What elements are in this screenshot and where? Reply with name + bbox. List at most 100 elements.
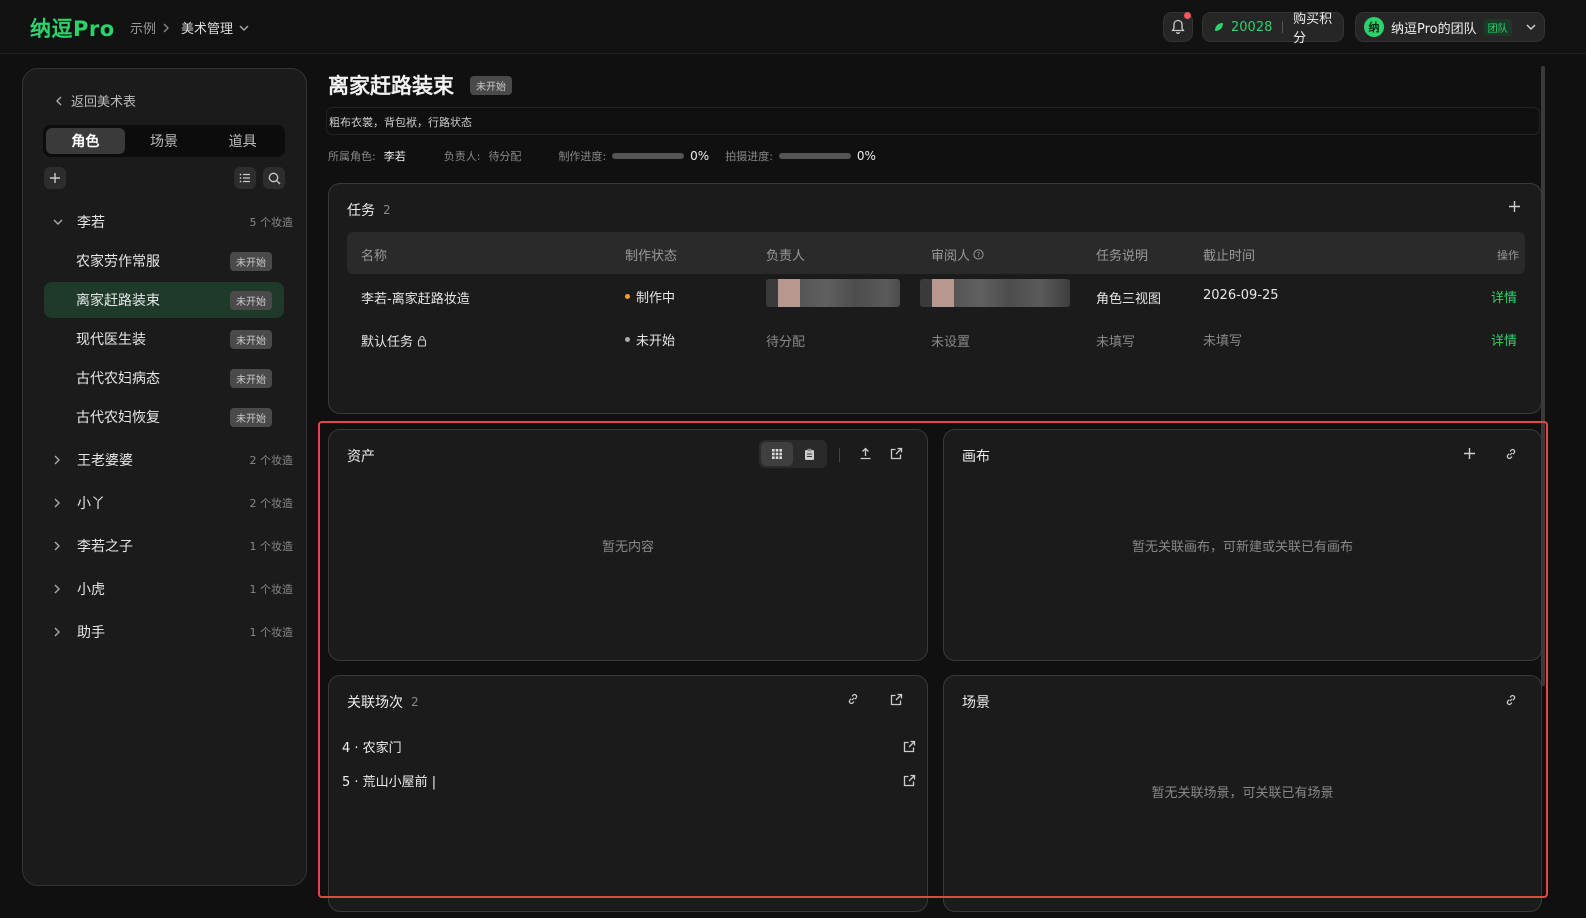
detail-meta: 所属角色: 李若 负责人: 待分配 制作进度: 0% 拍摄进度: 0% — [328, 148, 876, 164]
assets-title: 资产 — [347, 449, 375, 465]
main-panel: 离家赶路装束 未开始 粗布衣裳，背包袱，行路状态 所属角色: 李若 负责人: 待… — [326, 62, 1542, 912]
list-item[interactable]: 古代农妇病态 未开始 — [44, 360, 284, 396]
tab-scenes[interactable]: 场景 — [125, 128, 204, 154]
back-to-art-table[interactable]: 返回美术表 — [55, 91, 136, 110]
leaf-icon — [1213, 21, 1225, 33]
shoot-progress-bar — [778, 153, 851, 159]
notification-dot — [1184, 12, 1191, 19]
add-button[interactable] — [44, 167, 66, 189]
group-item[interactable]: 小虎 1 个妆造 — [53, 574, 293, 604]
group-li-ruo[interactable]: 李若 5 个妆造 — [53, 207, 293, 237]
external-link-icon — [890, 447, 903, 460]
svg-text:?: ? — [977, 251, 981, 259]
notification-button[interactable] — [1163, 12, 1193, 42]
team-name: 纳逗Pro的团队 — [1391, 21, 1477, 37]
list-icon — [239, 172, 251, 184]
scene-title: 场景 — [962, 695, 990, 711]
clipboard-icon — [804, 448, 815, 461]
list-item[interactable]: 农家劳作常服 未开始 — [44, 243, 284, 279]
linked-scenes-title: 关联场次 2 — [347, 695, 419, 711]
divider — [1282, 21, 1284, 33]
link-canvas-button[interactable] — [1505, 448, 1517, 460]
open-external-button[interactable] — [890, 447, 903, 460]
scene-empty-text: 暂无关联场景，可关联已有场景 — [1151, 786, 1334, 801]
upload-icon — [859, 447, 872, 460]
team-avatar: 纳 — [1364, 17, 1384, 37]
plus-icon — [1463, 447, 1476, 460]
help-icon[interactable]: ? — [973, 249, 984, 260]
task-detail-link[interactable]: 详情 — [1491, 287, 1517, 306]
breadcrumb-art-management[interactable]: 美术管理 — [181, 18, 249, 37]
task-detail-link[interactable]: 详情 — [1491, 330, 1517, 349]
external-link-icon[interactable] — [903, 774, 916, 787]
upload-button[interactable] — [859, 447, 872, 460]
sidebar: 返回美术表 角色 场景 道具 李若 5 个妆造 农家劳作常服 未开始 离家赶路装… — [22, 68, 307, 886]
plus-icon — [1508, 200, 1521, 213]
link-icon — [1505, 694, 1517, 706]
lock-icon — [417, 335, 427, 347]
reviewer-avatar-blurred — [920, 279, 1070, 307]
list-item-selected[interactable]: 离家赶路装束 未开始 — [44, 282, 284, 318]
list-item[interactable]: 4 · 农家门 — [342, 737, 916, 756]
app-logo[interactable]: 纳逗Pro — [30, 13, 115, 43]
points-pill[interactable]: 20028 购买积分 — [1202, 12, 1344, 46]
add-canvas-button[interactable] — [1463, 447, 1476, 460]
chevron-down-icon — [239, 24, 249, 32]
points-value: 20028 — [1231, 19, 1273, 35]
grid-icon — [771, 448, 783, 460]
chevron-right-icon — [53, 584, 69, 594]
link-scene-button[interactable] — [1505, 694, 1517, 706]
chevron-right-icon — [53, 455, 69, 465]
status-badge: 未开始 — [230, 368, 272, 388]
group-item[interactable]: 王老婆婆 2 个妆造 — [53, 445, 293, 475]
assets-empty-text: 暂无内容 — [601, 540, 654, 555]
list-item[interactable]: 5 · 荒山小屋前 | — [342, 771, 916, 790]
canvas-title: 画布 — [962, 449, 990, 465]
status-badge: 未开始 — [230, 290, 272, 310]
scene-card: 场景 暂无关联场景，可关联已有场景 — [943, 675, 1542, 912]
team-switcher[interactable]: 纳 纳逗Pro的团队 团队 — [1355, 12, 1545, 42]
clipboard-view-button[interactable] — [793, 442, 825, 466]
grid-view-button[interactable] — [761, 442, 793, 466]
buy-points-button[interactable]: 购买积分 — [1293, 8, 1333, 46]
search-icon — [268, 172, 281, 185]
scrollbar[interactable] — [1541, 66, 1545, 686]
top-bar: 纳逗Pro 示例 美术管理 20028 购买积分 纳 纳逗Pro的团队 团队 — [0, 0, 1586, 54]
link-icon — [1505, 448, 1517, 460]
owner-avatar-blurred — [766, 279, 900, 307]
external-link-icon[interactable] — [903, 740, 916, 753]
view-toggle — [759, 440, 827, 468]
owner-value[interactable]: 待分配 — [488, 148, 526, 164]
breadcrumb-examples[interactable]: 示例 — [130, 18, 170, 37]
canvas-card: 画布 暂无关联画布，可新建或关联已有画布 — [943, 429, 1542, 661]
page-title: 离家赶路装束 — [328, 74, 454, 98]
table-header: 名称 制作状态 负责人 审阅人? 任务说明 截止时间 操作 — [347, 232, 1525, 274]
chevron-right-icon — [53, 498, 69, 508]
list-view-button[interactable] — [234, 167, 256, 189]
link-icon — [847, 693, 859, 705]
tab-characters[interactable]: 角色 — [46, 128, 125, 154]
open-external-button[interactable] — [890, 693, 903, 706]
role-value[interactable]: 李若 — [384, 148, 444, 164]
group-item[interactable]: 小丫 2 个妆造 — [53, 488, 293, 518]
group-item[interactable]: 李若之子 1 个妆造 — [53, 531, 293, 561]
plus-icon — [49, 172, 61, 184]
production-value: 0% — [690, 149, 710, 163]
link-scene-button[interactable] — [847, 693, 859, 705]
tasks-card: 任务 2 名称 制作状态 负责人 审阅人? 任务说明 截止时间 操作 李若-离家… — [328, 183, 1542, 414]
list-item[interactable]: 现代医生装 未开始 — [44, 321, 284, 357]
group-item[interactable]: 助手 1 个妆造 — [53, 617, 293, 647]
chevron-right-icon — [53, 627, 69, 637]
tab-props[interactable]: 道具 — [203, 128, 282, 154]
status-badge: 未开始 — [230, 251, 272, 271]
status-dot — [625, 337, 630, 342]
chevron-down-icon — [53, 218, 69, 226]
search-button[interactable] — [263, 167, 285, 189]
description-field[interactable]: 粗布衣裳，背包袱，行路状态 — [326, 107, 1540, 135]
divider — [839, 448, 840, 462]
add-task-button[interactable] — [1508, 200, 1521, 213]
status-badge: 未开始 — [230, 407, 272, 427]
chevron-right-icon — [53, 541, 69, 551]
linked-scenes-card: 关联场次 2 4 · 农家门 5 · 荒山小屋前 | — [328, 675, 928, 912]
list-item[interactable]: 古代农妇恢复 未开始 — [44, 399, 284, 435]
